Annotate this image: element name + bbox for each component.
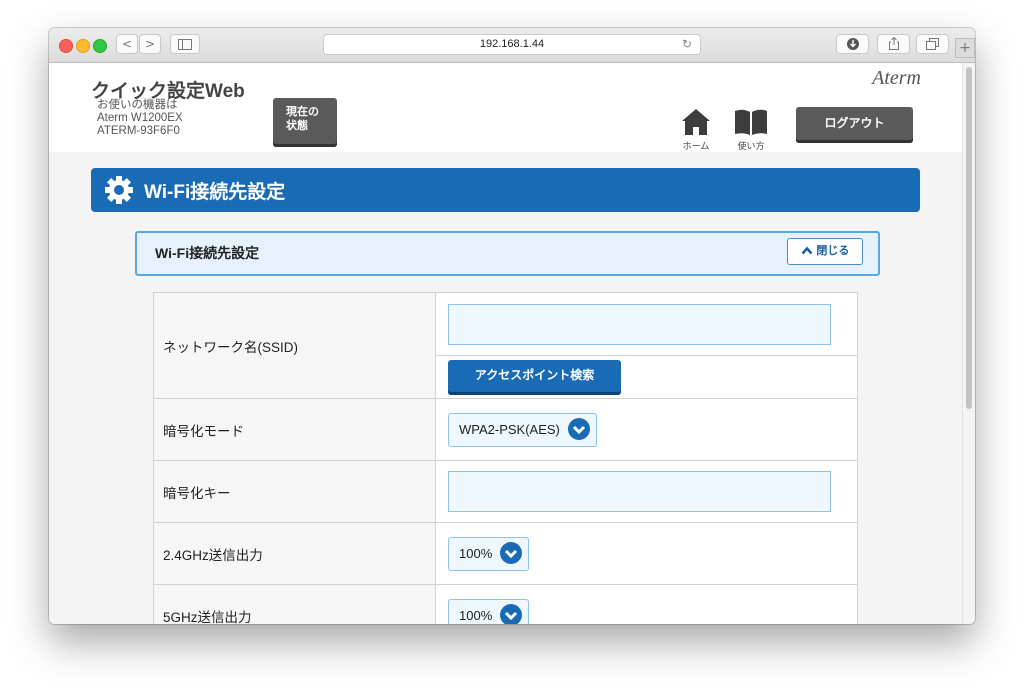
value-cell: WPA2-PSK(AES) <box>435 398 858 461</box>
status-button-line1: 現在の <box>286 105 319 118</box>
row-label: 暗号化モード <box>153 398 436 461</box>
home-label: ホーム <box>682 142 710 152</box>
zoom-window-button[interactable] <box>93 39 107 53</box>
close-window-button[interactable] <box>59 39 73 53</box>
value-cell: アクセスポイント検索 <box>435 355 858 399</box>
table-row: 暗号化キー <box>153 460 858 523</box>
table-row: 5GHz送信出力 100% <box>153 584 858 624</box>
table-row: ネットワーク名(SSID) <box>153 292 858 399</box>
select-value: 100% <box>459 607 493 623</box>
collapse-label: 閉じる <box>816 244 850 257</box>
url-text: 192.168.1.44 <box>479 38 545 50</box>
address-bar[interactable]: 192.168.1.44 ↻ <box>323 34 701 55</box>
device-caption: お使いの機器は <box>97 99 178 111</box>
panel-title: Wi-Fi接続先設定 <box>155 245 260 261</box>
select-value: 100% <box>459 545 493 561</box>
encryption-key-input[interactable] <box>448 471 831 512</box>
ssid-input[interactable] <box>448 303 831 345</box>
brand-logo: Aterm <box>872 67 921 89</box>
browser-window: < > 192.168.1.44 ↻ クイック設定Web お使いの機器は Ate… <box>49 28 975 624</box>
current-status-button[interactable]: 現在の 状態 <box>273 98 337 147</box>
share-button[interactable] <box>877 34 910 54</box>
chevron-down-icon <box>567 417 590 440</box>
tabs-button[interactable] <box>916 34 949 54</box>
section-header: Wi-Fi接続先設定 <box>91 168 920 212</box>
sidebar-button[interactable] <box>170 34 200 54</box>
book-icon <box>735 109 767 135</box>
forward-button[interactable]: > <box>139 34 161 54</box>
page-header: クイック設定Web お使いの機器は Aterm W1200EX ATERM-93… <box>49 63 963 152</box>
scroll-thumb[interactable] <box>966 67 972 409</box>
gear-icon <box>105 176 133 204</box>
settings-table: ネットワーク名(SSID) アクセスポイント検索 暗号化モード WPA2-PSK… <box>153 292 858 624</box>
web-page: クイック設定Web お使いの機器は Aterm W1200EX ATERM-93… <box>49 63 963 624</box>
downloads-button[interactable] <box>836 34 869 54</box>
panel-header: Wi-Fi接続先設定 閉じる <box>135 231 880 276</box>
value-cell <box>435 292 858 356</box>
select-value: WPA2-PSK(AES) <box>459 421 560 437</box>
tabs-icon <box>926 38 939 50</box>
row-label: 暗号化キー <box>153 460 436 523</box>
row-label: ネットワーク名(SSID) <box>153 292 436 399</box>
access-point-search-button[interactable]: アクセスポイント検索 <box>448 359 621 395</box>
value-cell <box>435 460 858 523</box>
table-row: 暗号化モード WPA2-PSK(AES) <box>153 398 858 461</box>
tx-power-24ghz-select[interactable]: 100% <box>448 536 529 571</box>
status-button-line2: 状態 <box>286 119 308 132</box>
device-model: Aterm W1200EX <box>97 112 183 124</box>
scrollbar[interactable] <box>962 63 975 624</box>
device-info: お使いの機器は Aterm W1200EX ATERM-93F6F0 <box>97 99 183 138</box>
value-cell: 100% <box>435 584 858 624</box>
row-label: 5GHz送信出力 <box>153 584 436 624</box>
chevron-up-icon <box>801 246 813 255</box>
home-link[interactable]: ホーム <box>676 106 716 152</box>
manual-link[interactable]: 使い方 <box>731 106 771 152</box>
value-cell: 100% <box>435 522 858 585</box>
chevron-down-icon <box>499 541 522 564</box>
chevron-down-icon <box>499 603 522 624</box>
reload-icon[interactable]: ↻ <box>682 35 692 54</box>
encryption-mode-select[interactable]: WPA2-PSK(AES) <box>448 412 597 447</box>
collapse-button[interactable]: 閉じる <box>787 238 863 265</box>
share-icon <box>888 36 899 50</box>
back-icon: < <box>121 37 133 51</box>
minimize-window-button[interactable] <box>76 39 90 53</box>
device-id: ATERM-93F6F0 <box>97 125 180 137</box>
row-label: 2.4GHz送信出力 <box>153 522 436 585</box>
tx-power-5ghz-select[interactable]: 100% <box>448 598 529 624</box>
section-title: Wi-Fi接続先設定 <box>144 182 286 203</box>
new-tab-button[interactable]: + <box>955 38 975 58</box>
title-bar: < > 192.168.1.44 ↻ <box>49 28 975 63</box>
sidebar-icon <box>178 39 192 50</box>
home-icon <box>682 109 710 135</box>
back-button[interactable]: < <box>116 34 138 54</box>
table-row: 2.4GHz送信出力 100% <box>153 522 858 585</box>
forward-icon: > <box>144 37 156 51</box>
manual-label: 使い方 <box>737 142 765 152</box>
logout-button[interactable]: ログアウト <box>796 107 913 143</box>
download-icon <box>846 38 859 50</box>
